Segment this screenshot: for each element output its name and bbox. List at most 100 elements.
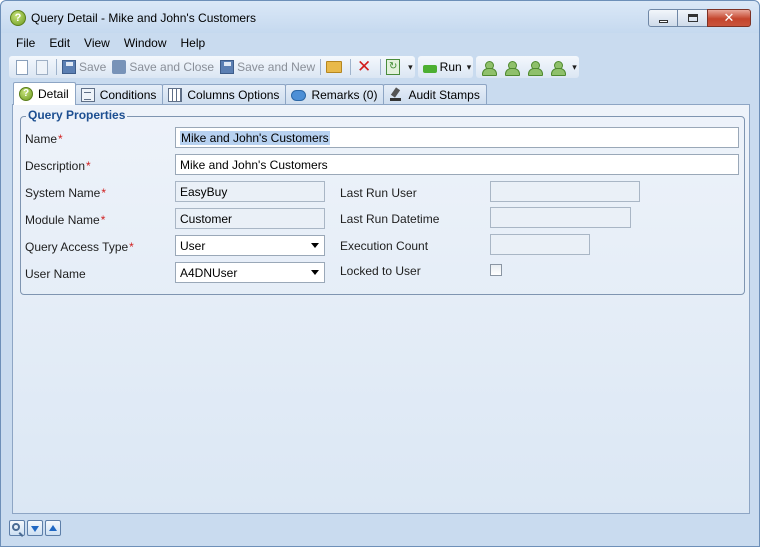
toolbar-overflow-dropdown[interactable]: ▾ [408,62,413,72]
save-new-button[interactable]: Save and New [217,57,318,77]
tab-label: Conditions [99,88,157,102]
magnifier-icon [12,523,20,531]
save-new-label: Save and New [237,60,316,74]
user-name-select[interactable]: A4DNUser [175,262,325,283]
query-help-icon: ? [10,10,26,26]
tab-audit-stamps[interactable]: Audit Stamps [383,84,487,105]
toolbar-separator [350,59,352,75]
description-label-wrap: Description* [25,159,91,173]
description-input[interactable]: Mike and John's Customers [175,154,739,175]
save-button[interactable]: Save [59,57,109,77]
toolbar-group-users: ▾ [476,56,579,78]
access-type-value: User [180,239,206,253]
module-name-label: Module Name [25,213,100,227]
name-label-wrap: Name* [25,132,63,146]
user-name-label: User Name [25,267,86,281]
close-icon: ✕ [723,10,735,25]
execution-count-field [490,234,590,255]
menu-view[interactable]: View [77,34,117,54]
find-button[interactable] [9,520,25,536]
menu-edit[interactable]: Edit [42,34,77,54]
user-action-3-button[interactable] [524,57,547,77]
copy-button[interactable] [33,57,54,77]
system-name-label: System Name [25,186,101,200]
tab-columns-options[interactable]: Columns Options [162,84,287,105]
tab-remarks[interactable]: Remarks (0) [285,84,385,105]
required-mark: * [58,132,63,146]
minimize-button[interactable] [648,9,678,27]
system-name-value: EasyBuy [180,185,228,199]
tab-detail[interactable]: ? Detail [13,82,76,105]
open-button[interactable] [323,57,348,77]
menu-window[interactable]: Window [117,34,174,54]
locked-to-user-checkbox[interactable] [490,264,502,276]
delete-icon: ✕ [357,57,372,76]
system-name-label-wrap: System Name* [25,186,106,200]
module-name-label-wrap: Module Name* [25,213,105,227]
maximize-icon [688,14,698,22]
next-record-button[interactable] [27,520,43,536]
user-action-1-button[interactable] [478,57,501,77]
run-button[interactable]: Run [420,57,465,77]
required-mark: * [100,213,106,227]
name-label: Name [25,132,58,146]
run-label: Run [439,60,462,74]
user-action-4-button[interactable] [547,57,570,77]
new-button[interactable] [11,57,33,77]
user-action-2-button[interactable] [501,57,524,77]
maximize-button[interactable] [677,9,708,27]
users-dropdown[interactable]: ▾ [572,62,577,72]
detail-panel: Query Properties Name* Mike and John's C… [12,104,750,514]
toolbar-group-run: Run ▾ [417,56,474,78]
bottom-toolbar [9,517,63,539]
tab-label: Audit Stamps [408,88,480,102]
tab-label: Remarks (0) [311,88,378,102]
refresh-icon: ↻ [386,59,401,75]
execution-count-label: Execution Count [340,239,429,253]
close-button[interactable]: ✕ [707,9,751,27]
arrow-down-icon [31,526,39,532]
title-bar: ? Query Detail - Mike and John's Custome… [1,1,759,33]
group-title: Query Properties [26,108,128,122]
save-close-button[interactable]: Save and Close [109,57,217,77]
locked-to-user-label: Locked to User [340,264,421,278]
stamp-icon [389,88,403,102]
name-input[interactable]: Mike and John's Customers [175,127,739,148]
user-icon [481,60,498,76]
tab-strip: ? Detail Conditions Columns Options Rema… [13,82,487,105]
tab-conditions[interactable]: Conditions [74,84,164,105]
save-icon [62,60,76,74]
user-icon [504,60,521,76]
save-close-label: Save and Close [129,60,215,74]
last-run-datetime-label: Last Run Datetime [340,212,440,226]
delete-button[interactable]: ✕ [353,57,378,77]
tab-label: Detail [38,87,69,101]
access-type-select[interactable]: User [175,235,325,256]
menu-file[interactable]: File [9,34,42,54]
application-window: ? Query Detail - Mike and John's Custome… [0,0,760,547]
run-dropdown[interactable]: ▾ [467,62,472,72]
chevron-down-icon [311,243,319,248]
user-icon [550,60,567,76]
name-value: Mike and John's Customers [180,131,330,145]
toolbar-group-edit: Save Save and Close Save and New ✕ ↻ ▾ [9,56,415,78]
window-title: Query Detail - Mike and John's Customers [31,11,257,25]
last-run-user-field [490,181,640,202]
arrow-up-icon [49,525,57,531]
user-icon [527,60,544,76]
previous-record-button[interactable] [45,520,61,536]
required-mark: * [101,186,107,200]
toolbar-separator [56,59,57,75]
last-run-datetime-field [490,207,631,228]
conditions-icon [80,88,95,102]
save-label: Save [79,60,107,74]
required-mark: * [86,159,91,173]
run-icon [422,65,437,73]
system-name-field: EasyBuy [175,181,325,202]
module-name-field: Customer [175,208,325,229]
refresh-button[interactable]: ↻ [383,57,406,77]
menu-help[interactable]: Help [174,34,213,54]
last-run-user-label: Last Run User [340,186,417,200]
speech-bubble-icon [291,89,307,101]
save-close-icon [112,60,127,74]
